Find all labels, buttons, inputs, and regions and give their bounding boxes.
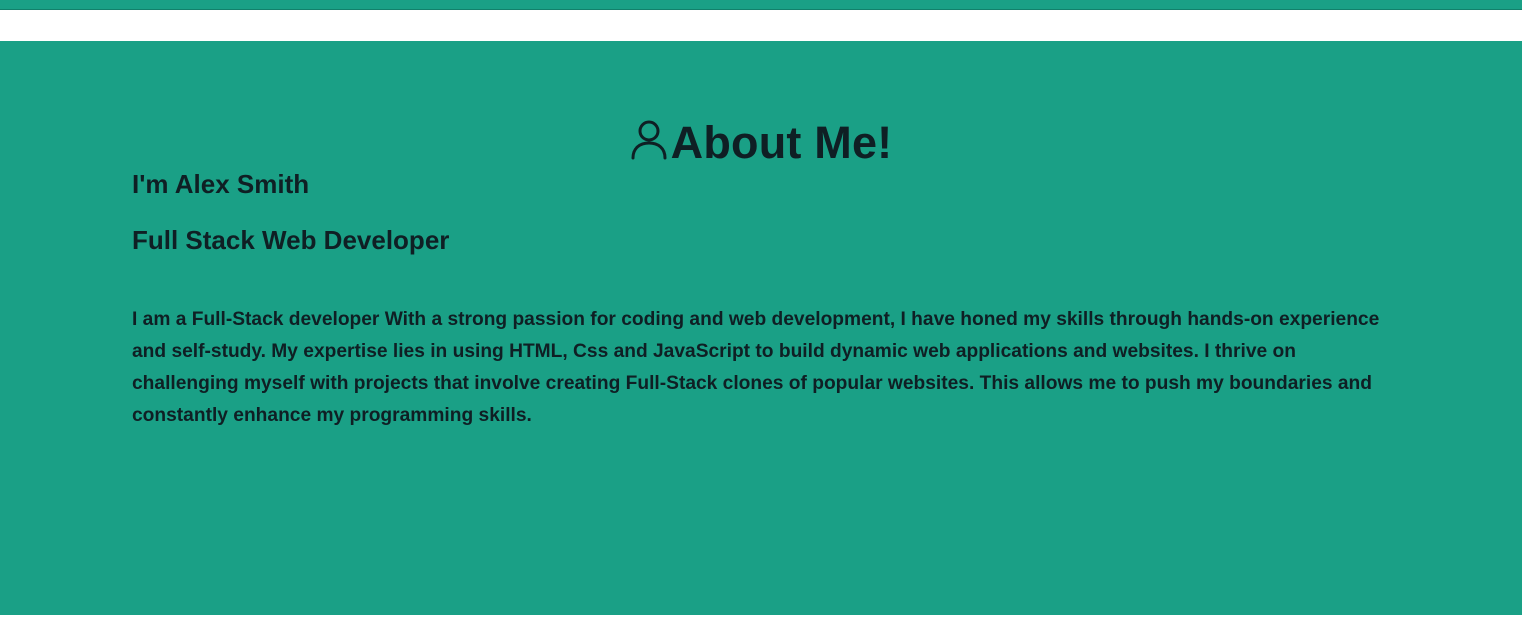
page-title: About Me!: [670, 117, 893, 168]
top-nav-strip: [0, 0, 1522, 10]
role-heading: Full Stack Web Developer: [132, 225, 450, 255]
about-section: About Me! I'm Alex Smith Full Stack Web …: [0, 41, 1522, 615]
about-heading: About Me!: [0, 117, 1522, 169]
user-icon: [630, 119, 668, 161]
name-heading: I'm Alex Smith: [132, 169, 310, 199]
bio-paragraph: I am a Full-Stack developer With a stron…: [132, 309, 1380, 426]
